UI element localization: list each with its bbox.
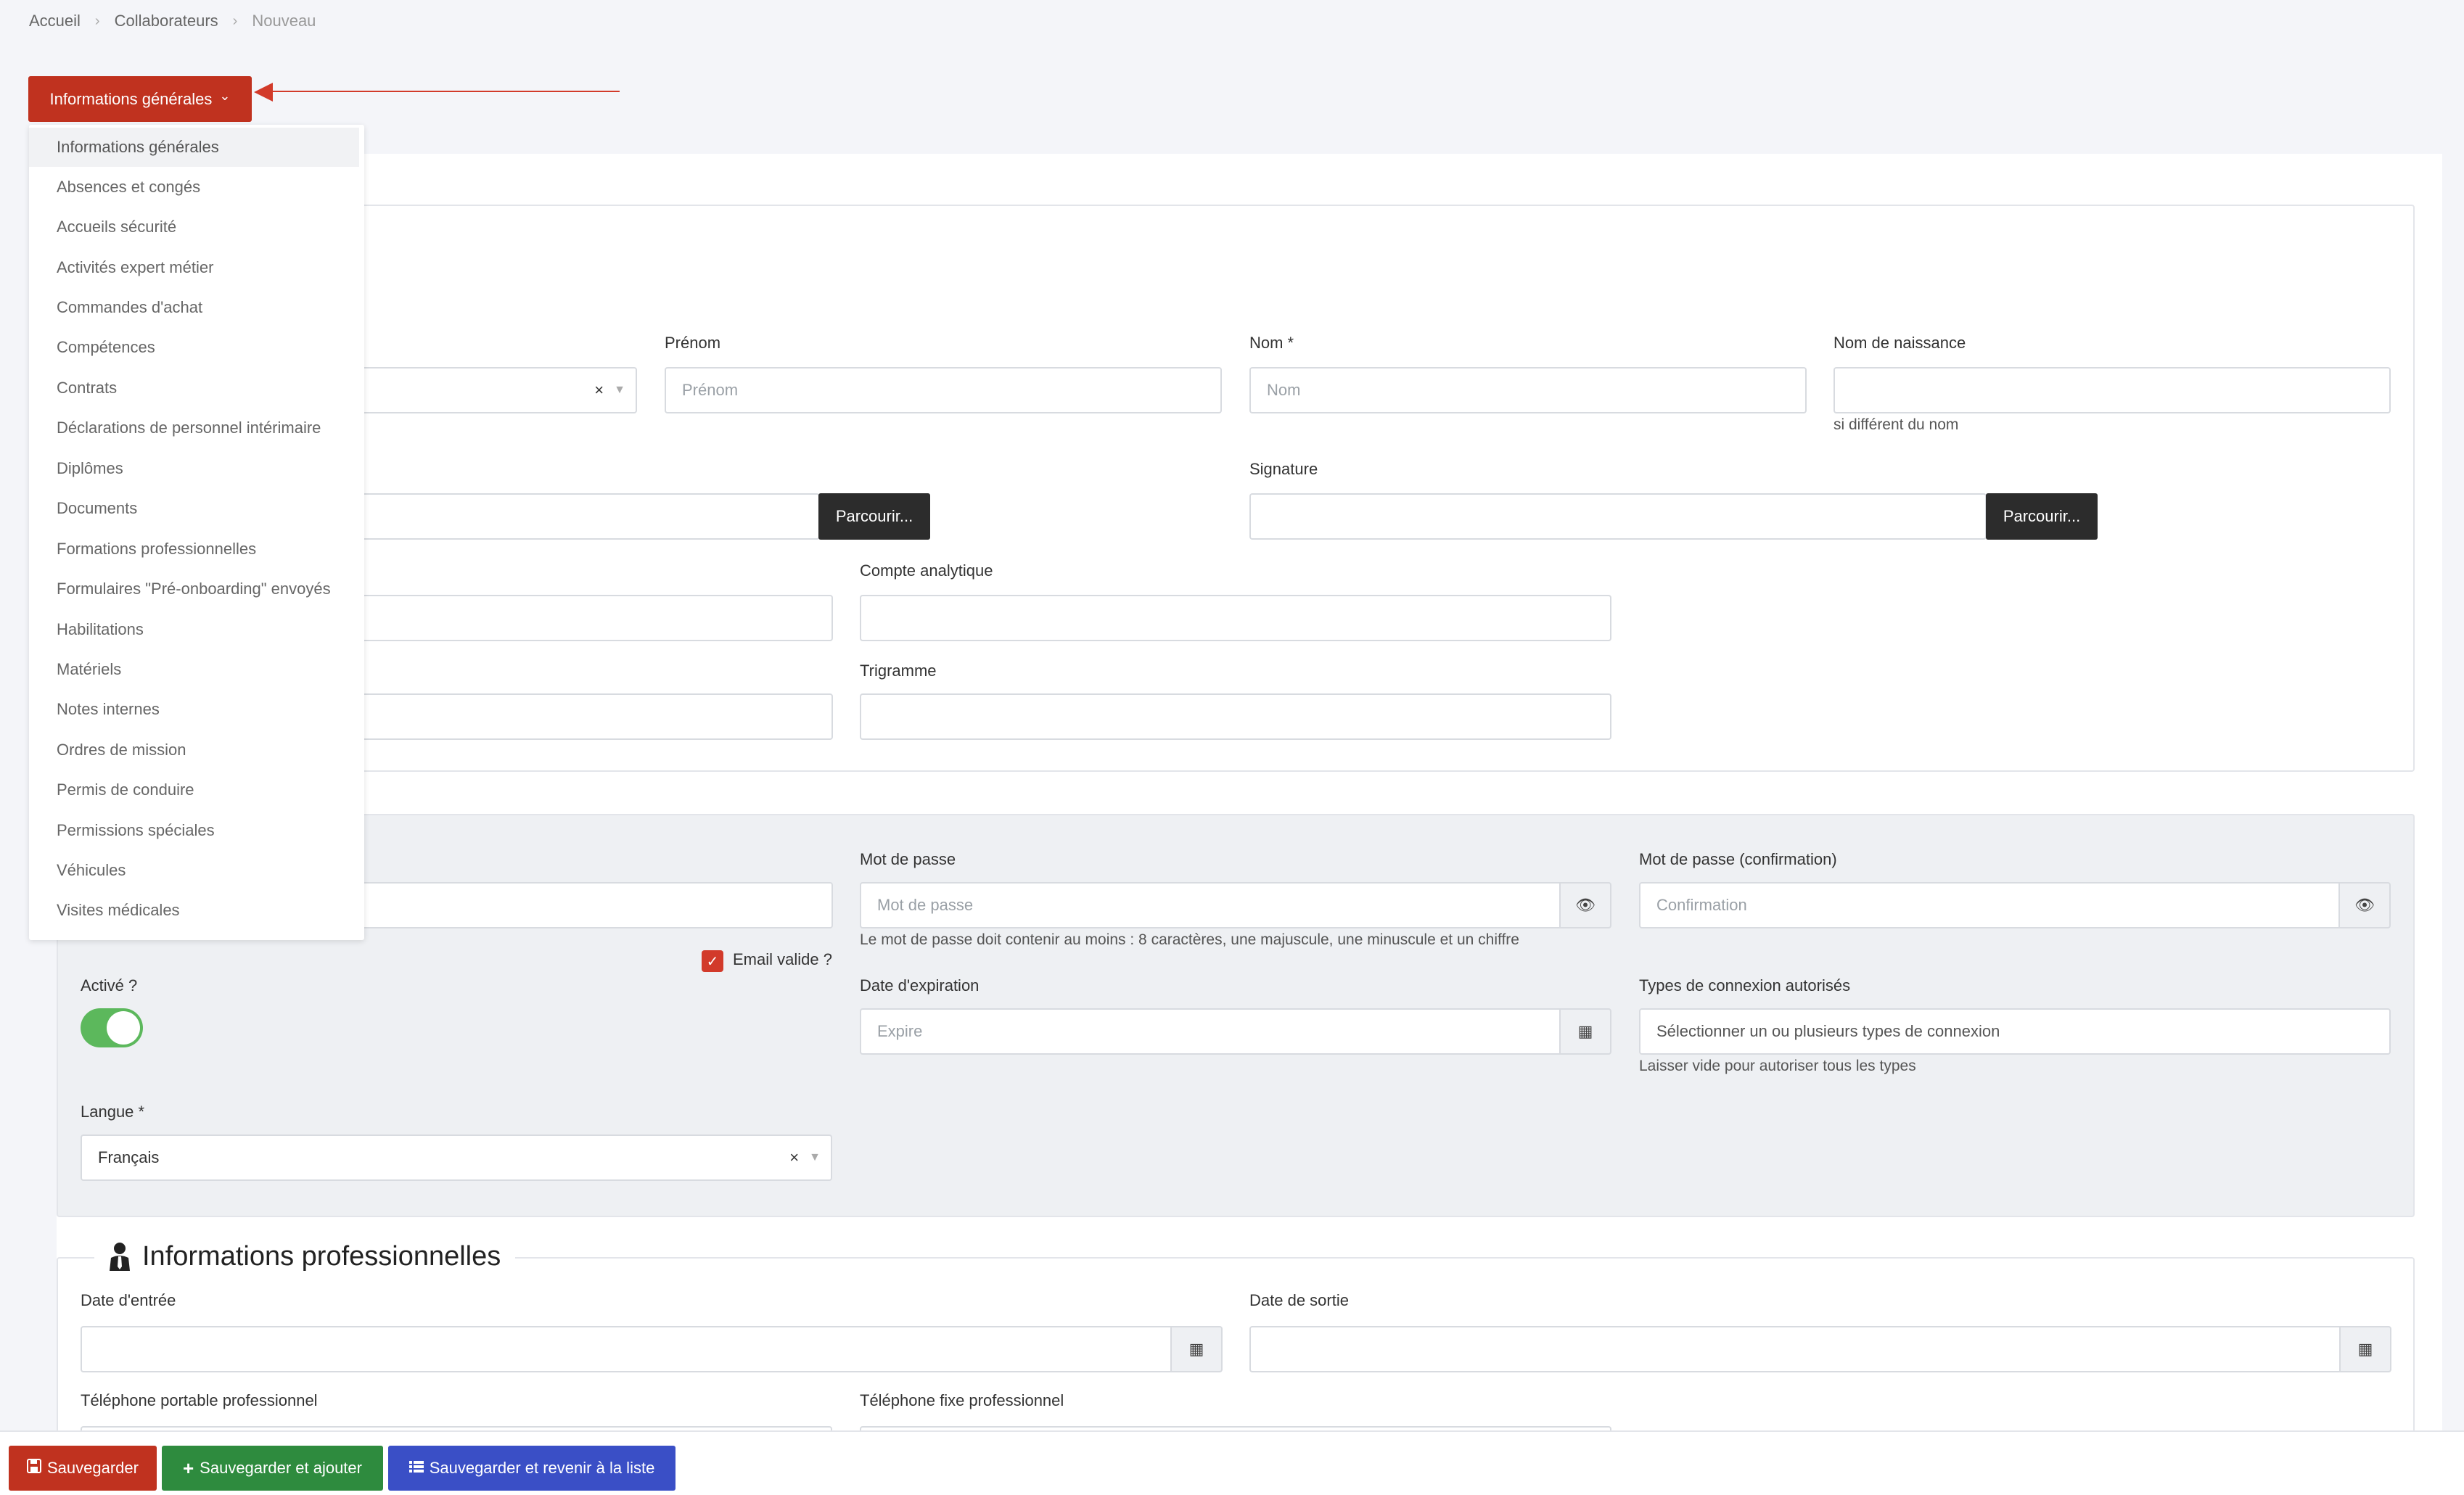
email-input[interactable] bbox=[341, 882, 833, 928]
photo-browse-button[interactable]: Parcourir... bbox=[818, 493, 930, 540]
dropdown-item[interactable]: Contrats bbox=[29, 368, 359, 408]
save-back-label: Sauvegarder et revenir à la liste bbox=[429, 1459, 655, 1477]
dropdown-item[interactable]: Ordres de mission bbox=[29, 730, 359, 770]
toggle-knob bbox=[107, 1011, 140, 1045]
save-add-label: Sauvegarder et ajouter bbox=[200, 1459, 362, 1477]
photo-file-input[interactable] bbox=[341, 493, 820, 540]
signature-browse-button[interactable]: Parcourir... bbox=[1986, 493, 2098, 540]
breadcrumb-current: Nouveau bbox=[252, 12, 316, 30]
connexion-types-select[interactable]: Sélectionner un ou plusieurs types de co… bbox=[1639, 1008, 2391, 1055]
dropdown-item[interactable]: Habilitations bbox=[29, 610, 359, 649]
eye-icon[interactable]: 👁 bbox=[2338, 882, 2391, 928]
save-back-button[interactable]: Sauvegarder et revenir à la liste bbox=[388, 1446, 675, 1491]
pro-title-text: Informations professionnelles bbox=[142, 1240, 501, 1272]
active-label: Activé ? bbox=[81, 976, 138, 994]
email-valid-checkbox[interactable]: ✓ bbox=[702, 950, 723, 972]
dropdown-item[interactable]: Permis de conduire bbox=[29, 770, 359, 810]
annotation-arrow-line bbox=[268, 91, 620, 92]
dropdown-item[interactable]: Activités expert métier bbox=[29, 248, 359, 287]
dropdown-item[interactable]: Diplômes bbox=[29, 449, 359, 488]
nom-label: Nom * bbox=[1249, 334, 1294, 352]
nom-naissance-hint: si différent du nom bbox=[1833, 416, 1959, 433]
password-confirm-input[interactable]: Confirmation bbox=[1639, 882, 2340, 928]
langue-select[interactable]: Français × ▼ bbox=[81, 1134, 832, 1181]
trigramme-label: Trigramme bbox=[860, 662, 937, 680]
password-confirm-label: Mot de passe (confirmation) bbox=[1639, 850, 1837, 868]
expiration-label: Date d'expiration bbox=[860, 976, 980, 994]
breadcrumb-collaborateurs[interactable]: Collaborateurs bbox=[115, 12, 218, 30]
password-input[interactable]: Mot de passe bbox=[860, 882, 1561, 928]
expiration-input[interactable]: Expire bbox=[860, 1008, 1561, 1055]
dropdown-item[interactable]: Informations générales bbox=[29, 128, 359, 167]
dropdown-item[interactable]: Matériels bbox=[29, 650, 359, 689]
caret-down-icon: ▼ bbox=[614, 384, 625, 396]
eye-icon[interactable]: 👁 bbox=[1559, 882, 1611, 928]
compte-analytique-label: Compte analytique bbox=[860, 561, 993, 580]
tel-portable-label: Téléphone portable professionnel bbox=[81, 1391, 318, 1409]
calendar-icon[interactable]: ▦ bbox=[1559, 1008, 1611, 1055]
user-tie-icon bbox=[109, 1242, 131, 1271]
clear-icon[interactable]: × bbox=[594, 381, 604, 400]
annotation-arrow-head bbox=[254, 83, 273, 102]
dropdown-item[interactable]: Visites médicales bbox=[29, 891, 359, 930]
section-dropdown-menu: Informations générales Absences et congé… bbox=[29, 125, 364, 940]
compte-analytique-input[interactable] bbox=[860, 595, 1611, 641]
floppy-disk-icon bbox=[27, 1459, 41, 1478]
breadcrumb-separator: › bbox=[94, 12, 100, 29]
matricule-input[interactable] bbox=[341, 595, 833, 641]
dropdown-item[interactable]: Documents bbox=[29, 489, 359, 528]
nom-naissance-input[interactable] bbox=[1833, 367, 2391, 413]
date-sortie-label: Date de sortie bbox=[1249, 1291, 1349, 1309]
dropdown-item[interactable]: Notes internes bbox=[29, 690, 359, 729]
breadcrumb-separator: › bbox=[232, 12, 238, 29]
date-entree-input[interactable] bbox=[81, 1326, 1172, 1372]
dropdown-item[interactable]: Déclarations de personnel intérimaire bbox=[29, 408, 359, 448]
signature-file-input[interactable] bbox=[1249, 493, 1987, 540]
dropdown-item[interactable]: Véhicules bbox=[29, 851, 359, 890]
list-icon bbox=[408, 1459, 424, 1478]
save-label: Sauvegarder bbox=[47, 1459, 139, 1477]
calendar-icon[interactable]: ▦ bbox=[1170, 1326, 1223, 1372]
connexion-types-hint: Laisser vide pour autoriser tous les typ… bbox=[1639, 1058, 1916, 1074]
signature-label: Signature bbox=[1249, 460, 1318, 478]
caret-down-icon: ▼ bbox=[809, 1151, 821, 1164]
identity-card bbox=[57, 205, 2415, 772]
breadcrumb: Accueil › Collaborateurs › Nouveau bbox=[29, 12, 316, 30]
initials-input[interactable] bbox=[341, 693, 833, 740]
prenom-input[interactable]: Prénom bbox=[665, 367, 1222, 413]
trigramme-input[interactable] bbox=[860, 693, 1611, 740]
dropdown-item[interactable]: Absences et congés bbox=[29, 168, 359, 207]
langue-label: Langue * bbox=[81, 1103, 145, 1121]
breadcrumb-home[interactable]: Accueil bbox=[29, 12, 81, 30]
password-label: Mot de passe bbox=[860, 850, 956, 868]
nom-naissance-label: Nom de naissance bbox=[1833, 334, 1966, 352]
dropdown-item[interactable]: Commandes d'achat bbox=[29, 288, 359, 327]
pro-section-title: Informations professionnelles bbox=[94, 1235, 516, 1278]
password-hint: Le mot de passe doit contenir au moins :… bbox=[860, 931, 1519, 948]
langue-value: Français bbox=[98, 1148, 160, 1166]
dropdown-item[interactable]: Accueils sécurité bbox=[29, 207, 359, 247]
section-selector-label: Informations générales bbox=[49, 89, 213, 108]
dropdown-item[interactable]: Formations professionnelles bbox=[29, 530, 359, 569]
dropdown-item[interactable]: Compétences bbox=[29, 328, 359, 367]
civility-select[interactable]: × ▼ bbox=[341, 367, 637, 413]
calendar-icon[interactable]: ▦ bbox=[2339, 1326, 2391, 1372]
save-add-button[interactable]: + Sauvegarder et ajouter bbox=[162, 1446, 383, 1491]
date-entree-label: Date d'entrée bbox=[81, 1291, 176, 1309]
connexion-types-label: Types de connexion autorisés bbox=[1639, 976, 1851, 994]
nom-input[interactable]: Nom bbox=[1249, 367, 1807, 413]
tel-fixe-label: Téléphone fixe professionnel bbox=[860, 1391, 1064, 1409]
email-valid-label: Email valide ? bbox=[733, 950, 832, 968]
dropdown-item[interactable]: Permissions spéciales bbox=[29, 811, 359, 850]
plus-icon: + bbox=[182, 1457, 194, 1479]
check-icon: ✓ bbox=[706, 953, 719, 970]
active-toggle[interactable] bbox=[81, 1008, 143, 1047]
prenom-label: Prénom bbox=[665, 334, 721, 352]
dropdown-item[interactable]: Formulaires "Pré-onboarding" envoyés bbox=[29, 569, 359, 609]
section-selector-button[interactable]: Informations générales ⌄ bbox=[28, 76, 252, 122]
chevron-down-icon: ⌄ bbox=[219, 88, 231, 103]
save-button[interactable]: Sauvegarder bbox=[9, 1446, 157, 1491]
date-sortie-input[interactable] bbox=[1249, 1326, 2341, 1372]
clear-icon[interactable]: × bbox=[789, 1148, 799, 1167]
